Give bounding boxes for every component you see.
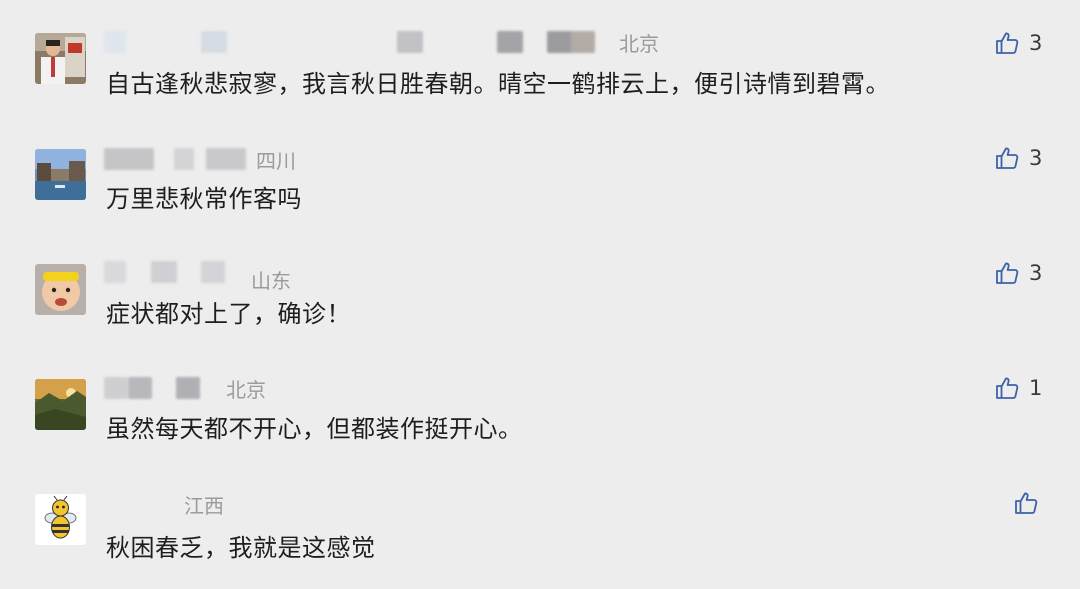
avatar[interactable] xyxy=(35,149,86,200)
comment-location: 山东 xyxy=(251,268,291,293)
redacted-username xyxy=(547,31,595,53)
comment-location: 北京 xyxy=(226,377,266,402)
redacted-username xyxy=(104,148,154,170)
comment-item: 江西 秋困春乏，我就是这感觉 xyxy=(0,460,1080,575)
like-button[interactable]: 3 xyxy=(994,29,1042,57)
comment-item: 山东 症状都对上了，确诊！ 3 xyxy=(0,230,1080,345)
comment-item: 四川 万里悲秋常作客吗 3 xyxy=(0,115,1080,230)
comment-location: 江西 xyxy=(184,493,224,518)
cartoon-bee-icon xyxy=(35,494,86,545)
redacted-username xyxy=(397,31,423,53)
comment-location: 北京 xyxy=(619,31,659,56)
comment-item: 北京 自古逢秋悲寂寥，我言秋日胜春朝。晴空一鹤排云上，便引诗情到碧霄。 3 xyxy=(0,0,1080,115)
like-button[interactable]: 1 xyxy=(994,374,1042,402)
comment-text: 秋困春乏，我就是这感觉 xyxy=(106,534,376,562)
thumbs-up-icon xyxy=(1015,492,1038,514)
comment-meta: 山东 xyxy=(104,260,291,293)
like-button[interactable] xyxy=(1013,489,1048,517)
redacted-username xyxy=(151,261,177,283)
redacted-username xyxy=(206,148,246,170)
thumbs-up-icon xyxy=(996,32,1019,54)
comment-text: 万里悲秋常作客吗 xyxy=(106,185,302,213)
comment-text: 症状都对上了，确诊！ xyxy=(106,300,351,328)
like-count: 1 xyxy=(1029,376,1043,400)
comment-meta: 四川 xyxy=(104,147,296,173)
mountain-sunset-photo-icon xyxy=(35,379,86,430)
canal-town-photo-icon xyxy=(35,149,86,200)
thumbs-up-icon xyxy=(996,262,1019,284)
comment-meta: 北京 xyxy=(104,376,266,402)
redacted-username xyxy=(176,377,200,399)
avatar[interactable] xyxy=(35,33,86,84)
like-count: 3 xyxy=(1029,261,1043,285)
comment-meta: 江西 xyxy=(184,492,224,518)
like-button[interactable]: 3 xyxy=(994,144,1042,172)
redacted-username xyxy=(201,31,227,53)
person-portrait-icon xyxy=(35,33,86,84)
redacted-username xyxy=(174,148,194,170)
comment-text: 自古逢秋悲寂寥，我言秋日胜春朝。晴空一鹤排云上，便引诗情到碧霄。 xyxy=(106,70,890,98)
thumbs-up-icon xyxy=(996,147,1019,169)
avatar[interactable] xyxy=(35,494,86,545)
avatar[interactable] xyxy=(35,264,86,315)
like-button[interactable]: 3 xyxy=(994,259,1042,287)
comment-item: 北京 虽然每天都不开心，但都装作挺开心。 1 xyxy=(0,345,1080,460)
redacted-username xyxy=(104,377,128,399)
comment-location: 四川 xyxy=(256,148,296,173)
like-count: 3 xyxy=(1029,146,1043,170)
redacted-username xyxy=(104,31,126,53)
redacted-username xyxy=(201,261,225,283)
comment-text: 虽然每天都不开心，但都装作挺开心。 xyxy=(106,415,523,443)
like-count: 3 xyxy=(1029,31,1043,55)
redacted-username xyxy=(104,261,126,283)
redacted-username xyxy=(128,377,152,399)
comment-meta: 北京 xyxy=(104,30,659,56)
avatar[interactable] xyxy=(35,379,86,430)
thumbs-up-icon xyxy=(996,377,1019,399)
redacted-username xyxy=(497,31,523,53)
child-with-headband-icon xyxy=(35,264,86,315)
